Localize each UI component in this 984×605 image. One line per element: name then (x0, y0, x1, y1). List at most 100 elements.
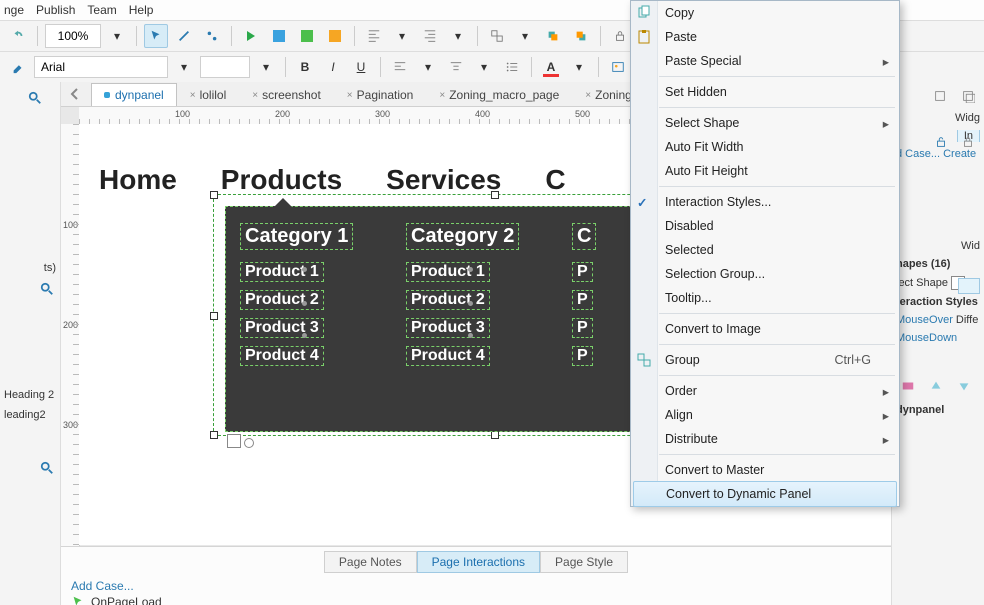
menu-item-help[interactable]: Help (129, 3, 154, 17)
dock-icon[interactable] (956, 84, 980, 108)
search-icon[interactable] (28, 91, 42, 105)
font-dropdown-icon[interactable]: ▾ (172, 55, 196, 79)
zoom-dropdown-icon[interactable]: ▾ (105, 24, 129, 48)
tab-lolilol[interactable]: ×lolilol (177, 83, 240, 106)
product-label: Product 1 (406, 262, 490, 282)
cm-interaction-styles[interactable]: ✓Interaction Styles... (631, 190, 899, 214)
panel-down-icon[interactable] (952, 374, 976, 398)
cm-paste[interactable]: Paste (631, 25, 899, 49)
tab-zoning-page[interactable]: ×Zoning_macro_page (426, 83, 572, 106)
align-center-icon[interactable]: ▾ (390, 24, 414, 48)
group-icon[interactable] (485, 24, 509, 48)
font-color-icon[interactable]: A (539, 55, 563, 79)
product-label: Product 2 (240, 290, 324, 310)
cm-distribute[interactable]: Distribute▸ (631, 427, 899, 451)
cm-disabled[interactable]: Disabled (631, 214, 899, 238)
right-dock: Widg In d Case... Create Wid hapes (16) … (891, 82, 984, 605)
bold-icon[interactable]: B (293, 55, 317, 79)
cm-convert-dynamic-panel[interactable]: Convert to Dynamic Panel (633, 481, 897, 507)
select-mode-icon[interactable] (144, 24, 168, 48)
mouseover-link[interactable]: MouseOver (896, 314, 953, 326)
valign-drop-icon[interactable]: ▾ (472, 55, 496, 79)
widget-header: Wid (896, 240, 980, 252)
italic-icon[interactable]: I (321, 55, 345, 79)
font-color-drop-icon[interactable]: ▾ (567, 55, 591, 79)
cm-tooltip[interactable]: Tooltip... (631, 286, 899, 310)
product-label: Product 3 (240, 318, 324, 338)
tab-nav-left-icon[interactable] (67, 86, 83, 102)
bottom-tab-interactions[interactable]: Page Interactions (417, 551, 540, 573)
cm-order[interactable]: Order▸ (631, 379, 899, 403)
tool-orange-icon[interactable] (323, 24, 347, 48)
connector-mode-icon[interactable] (172, 24, 196, 48)
underline-icon[interactable]: U (349, 55, 373, 79)
tab-pagination[interactable]: ×Pagination (334, 83, 427, 106)
event-icon (71, 595, 85, 605)
lock-closed-icon[interactable] (956, 130, 980, 154)
widget-header: Widg (896, 112, 980, 124)
bottom-tab-notes[interactable]: Page Notes (324, 551, 417, 573)
play-icon[interactable] (239, 24, 263, 48)
cm-group[interactable]: GroupCtrl+G (631, 348, 899, 372)
font-size-input[interactable] (200, 56, 250, 78)
ungroup-icon[interactable]: ▾ (513, 24, 537, 48)
footnote-icon (227, 434, 241, 448)
cm-convert-master[interactable]: Convert to Master (631, 458, 899, 482)
cm-select-shape[interactable]: Select Shape▸ (631, 111, 899, 135)
search-icon[interactable] (40, 461, 54, 475)
search-icon[interactable] (40, 282, 54, 296)
lock-open-icon[interactable] (929, 130, 953, 154)
product-label: P (572, 318, 593, 338)
bottom-tab-style[interactable]: Page Style (540, 551, 628, 573)
vertical-ruler: 100 200 300 (61, 124, 80, 565)
cm-selection-group[interactable]: Selection Group... (631, 262, 899, 286)
font-family-input[interactable] (34, 56, 168, 78)
paint-icon[interactable] (6, 55, 30, 79)
mousedown-link[interactable]: MouseDown (896, 332, 957, 344)
tool-green-icon[interactable] (295, 24, 319, 48)
align-right-icon[interactable] (418, 24, 442, 48)
product-label: P (572, 346, 593, 366)
back-icon[interactable] (569, 24, 593, 48)
color-swatch[interactable] (958, 278, 980, 294)
text-align-drop-icon[interactable]: ▾ (416, 55, 440, 79)
zoom-input[interactable] (45, 24, 101, 48)
text-align-left-icon[interactable] (388, 55, 412, 79)
cm-convert-image[interactable]: Convert to Image (631, 317, 899, 341)
menu-item[interactable]: nge (4, 3, 24, 17)
left-dock: ts) Heading 2 leading2 (0, 82, 61, 605)
bullets-icon[interactable] (500, 55, 524, 79)
tool-blue-icon[interactable] (267, 24, 291, 48)
product-label: Product 3 (406, 318, 490, 338)
distribute-icon[interactable]: ▾ (446, 24, 470, 48)
product-label: Product 4 (406, 346, 490, 366)
cm-paste-special[interactable]: Paste Special▸ (631, 49, 899, 73)
cm-selected[interactable]: Selected (631, 238, 899, 262)
front-icon[interactable] (541, 24, 565, 48)
point-mode-icon[interactable] (200, 24, 224, 48)
nav-more: C (545, 164, 565, 196)
lock-icon[interactable] (608, 24, 632, 48)
font-size-dropdown-icon[interactable]: ▾ (254, 55, 278, 79)
cm-autofit-width[interactable]: Auto Fit Width (631, 135, 899, 159)
cm-set-hidden[interactable]: Set Hidden (631, 80, 899, 104)
bottom-panel: Page Notes Page Interactions Page Style … (61, 546, 891, 605)
cm-autofit-height[interactable]: Auto Fit Height (631, 159, 899, 183)
category-label: C (572, 223, 596, 250)
add-case-link[interactable]: Add Case... (71, 579, 881, 593)
event-name: OnPageLoad (91, 595, 162, 605)
valign-top-icon[interactable] (444, 55, 468, 79)
cm-align[interactable]: Align▸ (631, 403, 899, 427)
image-tool-icon[interactable] (606, 55, 630, 79)
dock-icon[interactable] (928, 84, 952, 108)
cm-copy[interactable]: Copy (631, 1, 899, 25)
dynpanel-label: dynpanel (896, 404, 944, 416)
menu-item-publish[interactable]: Publish (36, 3, 75, 17)
panel-up-icon[interactable] (924, 374, 948, 398)
tab-screenshot[interactable]: ×screenshot (239, 83, 334, 106)
undo-icon[interactable] (6, 24, 30, 48)
align-left-icon[interactable] (362, 24, 386, 48)
menu-item-team[interactable]: Team (87, 3, 116, 17)
product-label: Product 4 (240, 346, 324, 366)
tab-dynpanel[interactable]: dynpanel (91, 83, 177, 106)
